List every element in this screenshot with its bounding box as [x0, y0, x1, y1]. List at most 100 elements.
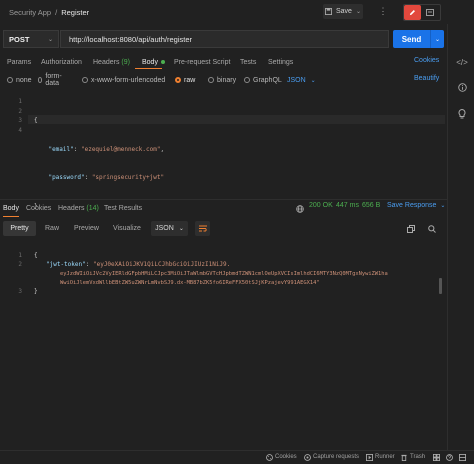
capture-icon[interactable] — [304, 454, 311, 461]
radio-binary[interactable]: binary — [208, 77, 236, 84]
radio-binary-label: binary — [217, 76, 237, 84]
format-select-label: JSON — [287, 76, 306, 84]
radio-circle-selected — [175, 77, 181, 83]
json-string: eyJzdWIiOiJVc2VyIERldGFpbHMiLCJpc3MiOiJT… — [60, 271, 388, 277]
help-icon[interactable] — [446, 454, 453, 461]
json-string: WwiOiJlemVxdWllbEBtZW5uZWNrLmNvbSJ9.dx-M… — [60, 280, 320, 286]
status-cookies[interactable]: Cookies — [275, 454, 297, 460]
code-lines: { "jwt-token": "eyJ0eXAiOiJKV1QiLCJhbGci… — [34, 252, 436, 301]
search-icon[interactable] — [427, 224, 437, 234]
response-tab-headers-count: (14) — [86, 205, 99, 212]
response-tab-headers[interactable]: Headers (14) — [58, 205, 99, 212]
status-trash[interactable]: Trash — [410, 454, 425, 460]
response-format-select[interactable]: JSON ⌄ — [151, 221, 188, 236]
breadcrumb-request[interactable]: Register — [61, 8, 89, 17]
status-runner[interactable]: Runner — [375, 454, 395, 460]
edit-icon[interactable] — [404, 5, 421, 20]
radio-circle — [7, 77, 13, 83]
code-line: { — [34, 116, 164, 126]
layout-icon[interactable] — [459, 454, 466, 461]
tab-authorization[interactable]: Authorization — [41, 59, 82, 66]
send-button[interactable]: Send ⌄ — [393, 30, 444, 48]
radio-graphql[interactable]: GraphQL — [244, 77, 282, 84]
runner-icon[interactable] — [366, 454, 373, 461]
body-indicator-dot — [160, 59, 165, 64]
breadcrumb-collection[interactable]: Security App — [9, 8, 51, 17]
chevron-down-icon: ⌄ — [47, 36, 53, 43]
view-visualize[interactable]: Visualize — [113, 225, 141, 232]
response-tab-body[interactable]: Body — [3, 205, 19, 212]
save-icon — [325, 8, 332, 15]
code-icon[interactable]: </> — [456, 57, 468, 67]
view-preview[interactable]: Preview — [74, 225, 99, 232]
right-sidebar: </> — [447, 24, 474, 450]
grid-icon[interactable] — [433, 454, 440, 461]
view-raw[interactable]: Raw — [45, 225, 59, 232]
line-number: 3 — [18, 288, 22, 295]
url-text: http://localhost:8080/api/auth/register — [69, 34, 192, 44]
json-key: "jwt-token" — [46, 261, 86, 268]
tab-body-label: Body — [142, 58, 158, 66]
trash-icon[interactable] — [401, 454, 407, 461]
wrap-lines-icon[interactable] — [195, 221, 210, 236]
tab-params[interactable]: Params — [7, 59, 31, 66]
response-tab-test-results[interactable]: Test Results — [104, 205, 142, 212]
line-gutter: 1 2 3 4 — [8, 97, 22, 135]
code-line: eyJzdWIiOiJVc2VyIERldGFpbHMiLCJpc3MiOiJT… — [60, 270, 388, 277]
response-body-viewer[interactable]: 1 2 3 { "jwt-token": "eyJ0eXAiOiJKV1QiLC… — [0, 248, 447, 448]
save-response-button[interactable]: Save Response ⌄ — [387, 202, 445, 209]
tab-body[interactable]: Body — [142, 59, 165, 66]
view-pretty[interactable]: Pretty — [3, 221, 36, 236]
status-code[interactable]: 200 OK — [309, 202, 333, 209]
tab-tests[interactable]: Tests — [240, 59, 256, 66]
radio-circle — [38, 77, 43, 83]
beautify-link[interactable]: Beautify — [414, 75, 439, 82]
json-string: "ezequiel@menneck.com" — [80, 145, 161, 153]
tab-headers[interactable]: Headers (9) — [93, 59, 130, 66]
code-line: "jwt-token": "eyJ0eXAiOiJKV1QiLCJhbGciOi… — [46, 261, 231, 268]
line-number: 2 — [18, 261, 22, 268]
tab-headers-label: Headers — [93, 58, 120, 66]
radio-none[interactable]: none — [7, 77, 32, 84]
radio-graphql-label: GraphQL — [253, 76, 282, 84]
radio-circle — [82, 77, 88, 83]
json-key: "password" — [48, 174, 85, 181]
scrollbar-thumb[interactable] — [439, 278, 442, 294]
send-label: Send — [401, 34, 422, 44]
radio-urlencoded[interactable]: x-www-form-urlencoded — [82, 77, 165, 84]
breadcrumb-separator: / — [55, 7, 58, 17]
globe-icon[interactable] — [296, 205, 304, 213]
chevron-down-icon: ⌄ — [178, 226, 184, 232]
radio-form-data[interactable]: form-data — [38, 73, 63, 87]
format-select[interactable]: JSON ⌄ — [287, 77, 316, 84]
line-number: 4 — [18, 126, 22, 134]
code-line: } — [34, 202, 164, 212]
response-time[interactable]: 447 ms — [336, 202, 359, 209]
active-response-tab-underline — [3, 216, 19, 217]
chevron-down-icon[interactable]: ⌄ — [356, 8, 361, 15]
code-line: "password": "springsecurity+jwt" — [48, 174, 165, 181]
copy-icon[interactable] — [406, 224, 416, 234]
cookies-link[interactable]: Cookies — [414, 57, 439, 64]
request-body-editor[interactable]: 1 2 3 4 { "email": "ezequiel@menneck.com… — [0, 94, 447, 210]
cookies-icon[interactable] — [266, 454, 273, 461]
method-select[interactable]: POST ⌄ — [3, 30, 59, 48]
code-line: "email": "ezequiel@menneck.com", — [48, 145, 165, 153]
tab-settings[interactable]: Settings — [268, 59, 293, 66]
radio-raw[interactable]: raw — [175, 77, 195, 84]
more-options-icon[interactable]: ⋮ — [378, 5, 388, 18]
lightbulb-icon[interactable] — [456, 108, 468, 120]
response-tab-cookies[interactable]: Cookies — [26, 205, 51, 212]
documentation-icon[interactable] — [421, 5, 439, 20]
info-icon[interactable] — [456, 81, 468, 93]
url-input[interactable]: http://localhost:8080/api/auth/register — [60, 30, 389, 48]
chevron-down-icon[interactable]: ⌄ — [431, 36, 444, 43]
radio-urlencoded-label: x-www-form-urlencoded — [91, 76, 166, 84]
response-divider — [0, 199, 447, 200]
response-size[interactable]: 656 B — [362, 202, 380, 209]
json-key: "email" — [48, 145, 74, 153]
save-button[interactable]: Save ⌄ — [323, 4, 363, 19]
tab-pre-request-script[interactable]: Pre-request Script — [174, 59, 230, 66]
status-capture-requests[interactable]: Capture requests — [313, 454, 359, 460]
tab-headers-count: (9) — [121, 58, 130, 66]
